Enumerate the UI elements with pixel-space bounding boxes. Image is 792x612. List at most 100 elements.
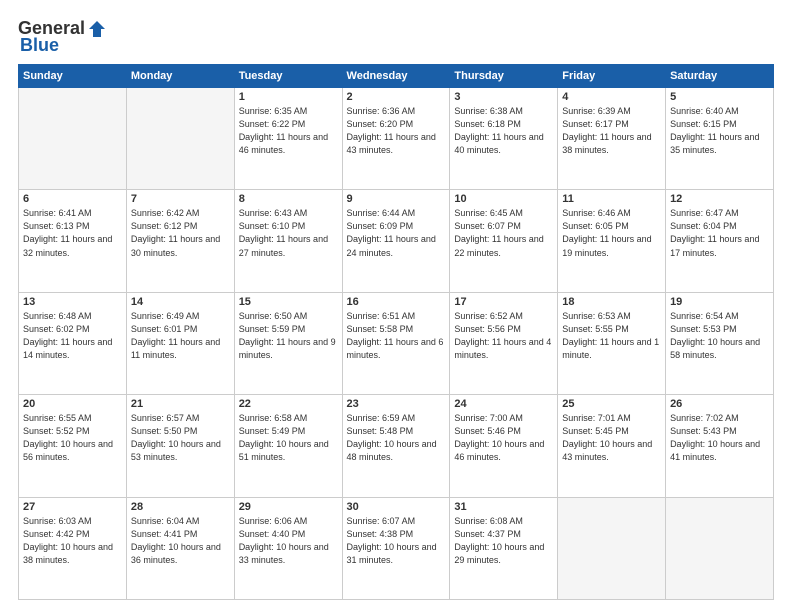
calendar-day-header: Sunday — [19, 65, 127, 88]
day-info: Sunrise: 6:52 AMSunset: 5:56 PMDaylight:… — [454, 310, 553, 362]
day-number: 13 — [23, 296, 122, 308]
day-info: Sunrise: 7:02 AMSunset: 5:43 PMDaylight:… — [670, 412, 769, 464]
calendar-cell — [558, 497, 666, 599]
calendar-week-row: 1 Sunrise: 6:35 AMSunset: 6:22 PMDaylight… — [19, 88, 774, 190]
day-info: Sunrise: 6:48 AMSunset: 6:02 PMDaylight:… — [23, 310, 122, 362]
day-number: 7 — [131, 193, 230, 205]
calendar-cell: 15 Sunrise: 6:50 AMSunset: 5:59 PMDayligh… — [234, 292, 342, 394]
calendar-cell — [19, 88, 127, 190]
day-number: 11 — [562, 193, 661, 205]
day-info: Sunrise: 6:42 AMSunset: 6:12 PMDaylight:… — [131, 207, 230, 259]
calendar-cell: 17 Sunrise: 6:52 AMSunset: 5:56 PMDayligh… — [450, 292, 558, 394]
calendar-cell: 10 Sunrise: 6:45 AMSunset: 6:07 PMDayligh… — [450, 190, 558, 292]
calendar-cell: 26Sunrise: 7:02 AMSunset: 5:43 PMDayligh… — [666, 395, 774, 497]
calendar-week-row: 20Sunrise: 6:55 AMSunset: 5:52 PMDayligh… — [19, 395, 774, 497]
day-info: Sunrise: 6:46 AMSunset: 6:05 PMDaylight:… — [562, 207, 661, 259]
day-number: 6 — [23, 193, 122, 205]
calendar-header-row: SundayMondayTuesdayWednesdayThursdayFrid… — [19, 65, 774, 88]
calendar-cell: 7 Sunrise: 6:42 AMSunset: 6:12 PMDaylight… — [126, 190, 234, 292]
day-number: 3 — [454, 91, 553, 103]
day-info: Sunrise: 6:38 AMSunset: 6:18 PMDaylight:… — [454, 105, 553, 157]
day-info: Sunrise: 6:47 AMSunset: 6:04 PMDaylight:… — [670, 207, 769, 259]
day-number: 17 — [454, 296, 553, 308]
day-number: 30 — [347, 501, 446, 513]
day-number: 12 — [670, 193, 769, 205]
logo-blue: Blue — [20, 35, 59, 56]
day-number: 25 — [562, 398, 661, 410]
day-info: Sunrise: 7:00 AMSunset: 5:46 PMDaylight:… — [454, 412, 553, 464]
day-info: Sunrise: 6:04 AMSunset: 4:41 PMDaylight:… — [131, 515, 230, 567]
day-number: 18 — [562, 296, 661, 308]
day-number: 27 — [23, 501, 122, 513]
calendar-day-header: Wednesday — [342, 65, 450, 88]
calendar-cell: 24 Sunrise: 7:00 AMSunset: 5:46 PMDayligh… — [450, 395, 558, 497]
calendar-cell: 21 Sunrise: 6:57 AMSunset: 5:50 PMDayligh… — [126, 395, 234, 497]
calendar-week-row: 13 Sunrise: 6:48 AMSunset: 6:02 PMDayligh… — [19, 292, 774, 394]
day-info: Sunrise: 6:40 AMSunset: 6:15 PMDaylight:… — [670, 105, 769, 157]
day-number: 20 — [23, 398, 122, 410]
day-info: Sunrise: 6:36 AMSunset: 6:20 PMDaylight:… — [347, 105, 446, 157]
header: General Blue — [18, 18, 774, 56]
calendar-week-row: 6 Sunrise: 6:41 AMSunset: 6:13 PMDaylight… — [19, 190, 774, 292]
logo: General Blue — [18, 18, 107, 56]
day-info: Sunrise: 6:50 AMSunset: 5:59 PMDaylight:… — [239, 310, 338, 362]
calendar-cell: 27Sunrise: 6:03 AMSunset: 4:42 PMDayligh… — [19, 497, 127, 599]
day-info: Sunrise: 6:44 AMSunset: 6:09 PMDaylight:… — [347, 207, 446, 259]
day-info: Sunrise: 6:58 AMSunset: 5:49 PMDaylight:… — [239, 412, 338, 464]
page: General Blue SundayMondayTuesdayWednesda… — [0, 0, 792, 612]
day-number: 19 — [670, 296, 769, 308]
calendar-cell: 30 Sunrise: 6:07 AMSunset: 4:38 PMDayligh… — [342, 497, 450, 599]
day-number: 9 — [347, 193, 446, 205]
calendar-cell: 3 Sunrise: 6:38 AMSunset: 6:18 PMDaylight… — [450, 88, 558, 190]
calendar-cell: 22 Sunrise: 6:58 AMSunset: 5:49 PMDayligh… — [234, 395, 342, 497]
day-number: 4 — [562, 91, 661, 103]
day-number: 22 — [239, 398, 338, 410]
day-info: Sunrise: 6:08 AMSunset: 4:37 PMDaylight:… — [454, 515, 553, 567]
day-number: 5 — [670, 91, 769, 103]
day-number: 28 — [131, 501, 230, 513]
calendar-cell: 11 Sunrise: 6:46 AMSunset: 6:05 PMDayligh… — [558, 190, 666, 292]
day-info: Sunrise: 6:59 AMSunset: 5:48 PMDaylight:… — [347, 412, 446, 464]
day-info: Sunrise: 6:07 AMSunset: 4:38 PMDaylight:… — [347, 515, 446, 567]
day-number: 16 — [347, 296, 446, 308]
calendar-cell: 28 Sunrise: 6:04 AMSunset: 4:41 PMDayligh… — [126, 497, 234, 599]
calendar-cell: 13 Sunrise: 6:48 AMSunset: 6:02 PMDayligh… — [19, 292, 127, 394]
day-info: Sunrise: 6:49 AMSunset: 6:01 PMDaylight:… — [131, 310, 230, 362]
day-number: 15 — [239, 296, 338, 308]
calendar-cell: 14 Sunrise: 6:49 AMSunset: 6:01 PMDayligh… — [126, 292, 234, 394]
day-info: Sunrise: 6:06 AMSunset: 4:40 PMDaylight:… — [239, 515, 338, 567]
calendar-cell: 4 Sunrise: 6:39 AMSunset: 6:17 PMDaylight… — [558, 88, 666, 190]
calendar-cell: 16Sunrise: 6:51 AMSunset: 5:58 PMDayligh… — [342, 292, 450, 394]
day-info: Sunrise: 6:57 AMSunset: 5:50 PMDaylight:… — [131, 412, 230, 464]
day-info: Sunrise: 7:01 AMSunset: 5:45 PMDaylight:… — [562, 412, 661, 464]
calendar-cell: 23Sunrise: 6:59 AMSunset: 5:48 PMDayligh… — [342, 395, 450, 497]
day-info: Sunrise: 6:39 AMSunset: 6:17 PMDaylight:… — [562, 105, 661, 157]
calendar-cell — [126, 88, 234, 190]
calendar-cell: 8 Sunrise: 6:43 AMSunset: 6:10 PMDaylight… — [234, 190, 342, 292]
day-info: Sunrise: 6:45 AMSunset: 6:07 PMDaylight:… — [454, 207, 553, 259]
calendar-day-header: Saturday — [666, 65, 774, 88]
calendar-cell: 20Sunrise: 6:55 AMSunset: 5:52 PMDayligh… — [19, 395, 127, 497]
calendar-cell: 9 Sunrise: 6:44 AMSunset: 6:09 PMDaylight… — [342, 190, 450, 292]
day-info: Sunrise: 6:35 AMSunset: 6:22 PMDaylight:… — [239, 105, 338, 157]
day-number: 8 — [239, 193, 338, 205]
calendar-cell: 19 Sunrise: 6:54 AMSunset: 5:53 PMDayligh… — [666, 292, 774, 394]
day-info: Sunrise: 6:41 AMSunset: 6:13 PMDaylight:… — [23, 207, 122, 259]
calendar-cell: 12 Sunrise: 6:47 AMSunset: 6:04 PMDayligh… — [666, 190, 774, 292]
day-number: 29 — [239, 501, 338, 513]
day-number: 24 — [454, 398, 553, 410]
calendar-cell: 25 Sunrise: 7:01 AMSunset: 5:45 PMDayligh… — [558, 395, 666, 497]
day-info: Sunrise: 6:53 AMSunset: 5:55 PMDaylight:… — [562, 310, 661, 362]
day-number: 10 — [454, 193, 553, 205]
calendar-cell: 18 Sunrise: 6:53 AMSunset: 5:55 PMDayligh… — [558, 292, 666, 394]
calendar-day-header: Tuesday — [234, 65, 342, 88]
calendar-day-header: Friday — [558, 65, 666, 88]
day-number: 1 — [239, 91, 338, 103]
day-info: Sunrise: 6:43 AMSunset: 6:10 PMDaylight:… — [239, 207, 338, 259]
logo-icon — [87, 19, 107, 39]
calendar-cell — [666, 497, 774, 599]
day-number: 14 — [131, 296, 230, 308]
calendar-day-header: Monday — [126, 65, 234, 88]
day-info: Sunrise: 6:54 AMSunset: 5:53 PMDaylight:… — [670, 310, 769, 362]
day-number: 21 — [131, 398, 230, 410]
